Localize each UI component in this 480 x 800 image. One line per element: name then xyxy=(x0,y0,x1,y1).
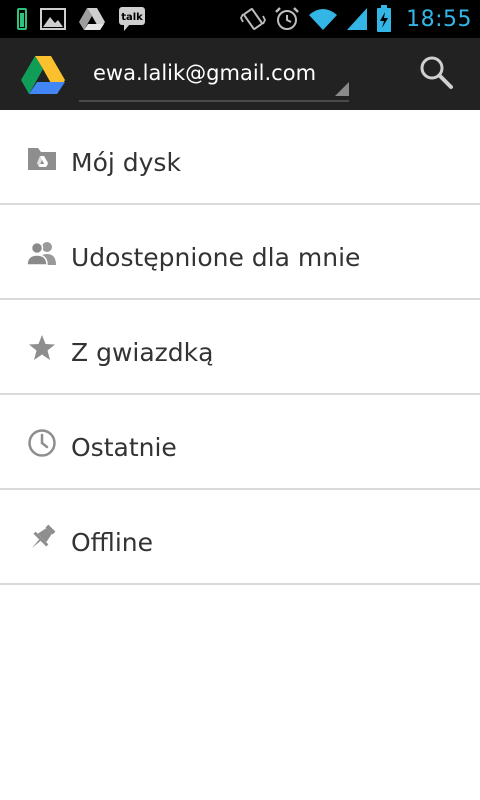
account-email: ewa.lalik@gmail.com xyxy=(93,61,317,85)
nav-item-label: Udostępnione dla mnie xyxy=(71,243,361,272)
alarm-icon xyxy=(274,6,300,32)
battery-saver-icon xyxy=(16,7,28,31)
spinner-caret-icon xyxy=(335,81,349,100)
system-icons: 18:55 xyxy=(240,5,472,33)
drive-icon xyxy=(78,7,106,31)
talk-badge: talk xyxy=(121,12,143,23)
talk-icon: talk xyxy=(118,6,146,32)
star-icon xyxy=(27,333,57,363)
search-icon xyxy=(418,54,454,94)
status-time: 18:55 xyxy=(406,6,472,32)
gallery-icon xyxy=(40,8,66,30)
nav-item-label: Offline xyxy=(71,528,154,557)
status-bar: talk 18:55 xyxy=(0,0,480,38)
pin-icon xyxy=(27,523,57,553)
drive-folder-icon xyxy=(27,143,57,173)
clock-icon xyxy=(27,428,57,458)
notification-icons: talk xyxy=(16,6,146,32)
google-drive-logo[interactable] xyxy=(20,55,66,99)
nav-item-offline[interactable]: Offline xyxy=(0,490,480,585)
account-spinner[interactable]: ewa.lalik@gmail.com xyxy=(79,50,349,102)
nav-item-my-drive[interactable]: Mój dysk xyxy=(0,110,480,205)
nav-item-recent[interactable]: Ostatnie xyxy=(0,395,480,490)
signal-icon xyxy=(346,7,368,31)
nav-list: Mój dysk Udostępnione dla mnie Z gwiazdk… xyxy=(0,110,480,585)
nav-item-starred[interactable]: Z gwiazdką xyxy=(0,300,480,395)
nav-item-shared-with-me[interactable]: Udostępnione dla mnie xyxy=(0,205,480,300)
nav-item-label: Ostatnie xyxy=(71,433,177,462)
nav-item-label: Mój dysk xyxy=(71,148,181,177)
wifi-icon xyxy=(308,7,338,31)
battery-charging-icon xyxy=(376,5,392,33)
action-bar: ewa.lalik@gmail.com xyxy=(0,38,480,110)
people-icon xyxy=(27,238,57,268)
nav-item-label: Z gwiazdką xyxy=(71,338,214,367)
search-button[interactable] xyxy=(408,48,464,100)
vibrate-icon xyxy=(240,6,267,32)
